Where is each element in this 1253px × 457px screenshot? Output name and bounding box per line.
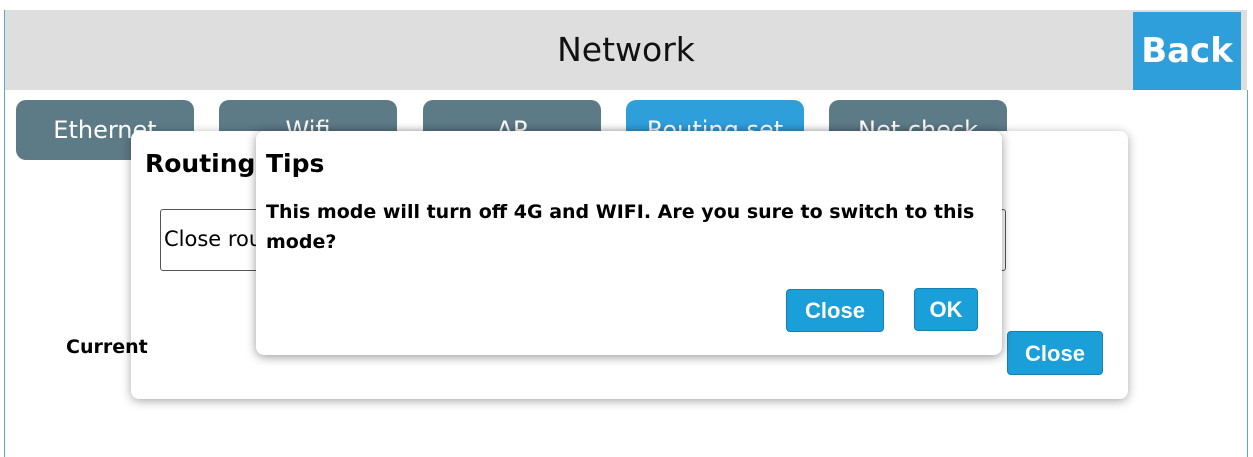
back-button[interactable]: Back — [1133, 12, 1241, 90]
right-border — [1247, 90, 1248, 457]
tips-message: This mode will turn off 4G and WIFI. Are… — [266, 201, 975, 253]
top-strip — [0, 0, 1253, 10]
tips-ok-button[interactable]: OK — [914, 288, 978, 331]
network-screen: Network Back Ethernet Wifi AP Routing se… — [0, 0, 1253, 457]
tips-dialog-title: Tips — [266, 149, 325, 178]
current-mode-label: Current — [66, 336, 148, 358]
page-title: Network — [557, 30, 695, 69]
routing-dialog-title: Routing — [145, 149, 256, 178]
tips-close-button[interactable]: Close — [786, 289, 884, 332]
routing-close-button[interactable]: Close — [1007, 331, 1103, 375]
tips-dialog: Tips This mode will turn off 4G and WIFI… — [256, 131, 1002, 355]
header-bar: Network — [5, 10, 1247, 90]
